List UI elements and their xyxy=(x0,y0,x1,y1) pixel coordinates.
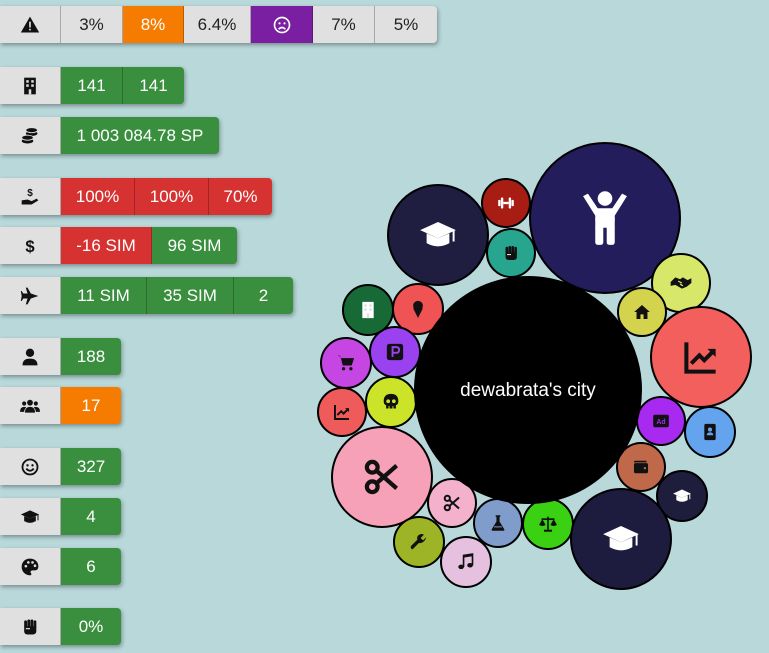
city-center-bubble[interactable]: dewabrata's city xyxy=(414,276,642,504)
city-bubble-wrench[interactable] xyxy=(393,516,445,568)
city-bubble-graduation[interactable] xyxy=(387,184,489,286)
city-bubble-graduation[interactable] xyxy=(570,488,672,590)
city-bubble-fist[interactable] xyxy=(486,228,536,278)
building-icon xyxy=(362,301,374,319)
parking-icon xyxy=(385,342,405,362)
city-bubble-chart[interactable] xyxy=(317,387,367,437)
city-bubble-ad[interactable] xyxy=(636,396,686,446)
city-bubble-skull[interactable] xyxy=(365,376,417,428)
city-bubble-cart[interactable] xyxy=(320,337,372,389)
city-bubble-building[interactable] xyxy=(342,284,394,336)
city-bubble-music[interactable] xyxy=(440,536,492,588)
city-bubble-map: dewabrata's city xyxy=(317,142,752,590)
city-bubble-dumbbell[interactable] xyxy=(481,178,531,228)
city-name-label: dewabrata's city xyxy=(460,380,596,401)
contact-icon xyxy=(704,423,716,441)
city-bubble-scissors[interactable] xyxy=(331,426,433,528)
city-bubble-chart[interactable] xyxy=(650,306,752,408)
city-bubble-flask[interactable] xyxy=(473,498,523,548)
ad-icon xyxy=(653,414,669,428)
bubble-circle xyxy=(440,536,492,588)
city-bubble-parking[interactable] xyxy=(369,326,421,378)
city-bubble-contact[interactable] xyxy=(684,406,736,458)
city-bubble-scale[interactable] xyxy=(522,498,574,550)
